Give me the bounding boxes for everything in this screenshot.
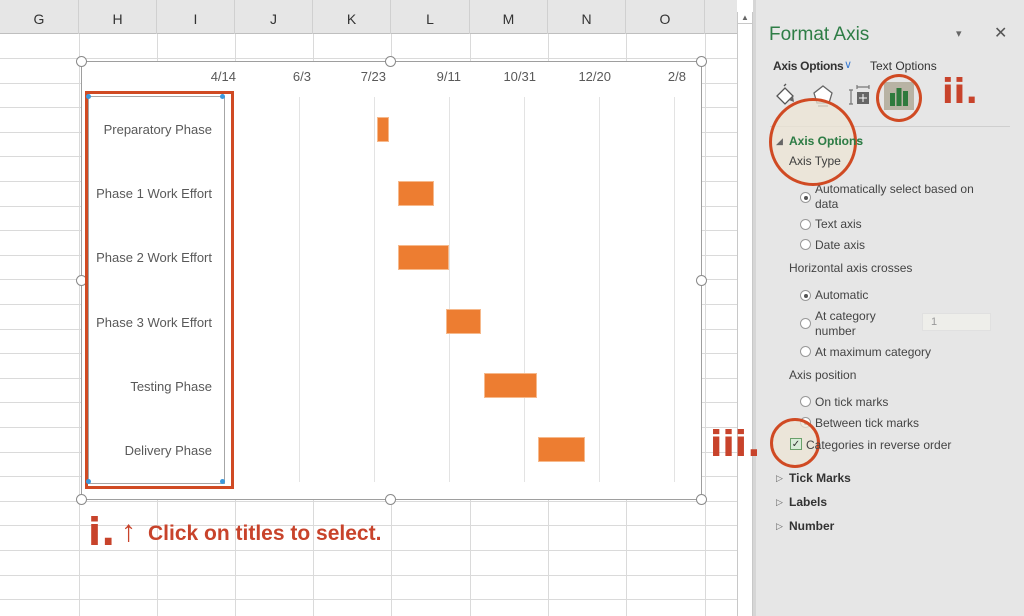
radio-auto-select-label-2[interactable]: data — [815, 197, 838, 212]
radio-crosses-automatic[interactable] — [800, 290, 811, 301]
category-label[interactable]: Phase 3 Work Effort — [96, 315, 212, 330]
vertical-axis-labels[interactable]: Preparatory Phase Phase 1 Work Effort Phas… — [86, 94, 225, 484]
category-label[interactable]: Testing Phase — [130, 379, 212, 394]
size-properties-icon[interactable] — [846, 82, 876, 110]
radio-at-maximum-category[interactable] — [800, 346, 811, 357]
step-i-instruction: Click on titles to select. — [148, 522, 382, 545]
gantt-bar[interactable] — [398, 245, 449, 270]
category-number-input[interactable]: 1 — [922, 313, 991, 331]
x-tick-label: 6/3 — [292, 69, 311, 84]
x-tick-label: 4/14 — [210, 69, 236, 84]
radio-on-tick-marks[interactable] — [800, 396, 811, 407]
x-gridline — [599, 97, 600, 482]
column-header-g[interactable]: G — [0, 0, 79, 34]
gantt-bar[interactable] — [538, 437, 585, 462]
radio-at-maximum-category-label[interactable]: At maximum category — [815, 345, 931, 360]
resize-handle-bottom-middle[interactable] — [385, 494, 396, 505]
radio-auto-select[interactable] — [800, 192, 811, 203]
step-ii-marker: ii. — [942, 72, 979, 112]
column-header-row: G H I J K L M N O — [0, 0, 737, 34]
excel-window: G H I J K L M N O 4/14 6/3 7/23 9/11 10/31 12… — [0, 0, 1024, 616]
resize-handle-bottom-left[interactable] — [76, 494, 87, 505]
x-tick-label: 10/31 — [503, 69, 536, 84]
selection-dot — [220, 94, 225, 99]
x-gridline — [449, 97, 450, 482]
x-gridline — [674, 97, 675, 482]
step-iii-marker: iii. — [710, 424, 761, 465]
section-axis-options-overlay: Axis Options — [789, 134, 864, 148]
radio-auto-select-label[interactable]: Automatically select based on — [815, 182, 974, 197]
column-header-l[interactable]: L — [391, 0, 470, 34]
reverse-order-label[interactable]: Categories in reverse order — [806, 438, 951, 453]
gantt-bar[interactable] — [446, 309, 481, 334]
row-gridline — [0, 58, 737, 59]
column-header-n[interactable]: N — [548, 0, 626, 34]
x-tick-label: 2/8 — [667, 69, 686, 84]
section-tick-marks[interactable]: Tick Marks — [789, 471, 851, 485]
x-gridline — [299, 97, 300, 482]
collapsed-caret-icon[interactable]: ▷ — [776, 521, 783, 532]
section-number[interactable]: Number — [789, 519, 834, 533]
axis-position-label: Axis position — [789, 368, 857, 382]
row-gridline — [0, 599, 737, 600]
x-tick-label: 12/20 — [578, 69, 611, 84]
category-label[interactable]: Phase 2 Work Effort — [96, 250, 212, 265]
radio-at-category-label-2[interactable]: number — [815, 324, 856, 339]
radio-text-axis-label[interactable]: Text axis — [815, 217, 862, 232]
format-axis-pane: Format Axis ▾ ✕ Axis Options ∨ Text Opti… — [756, 0, 1024, 616]
step-i-marker: i. — [88, 510, 116, 554]
gantt-bar[interactable] — [377, 117, 389, 142]
x-gridline — [524, 97, 525, 482]
gantt-bar[interactable] — [484, 373, 537, 398]
radio-between-tick-marks-label[interactable]: Between tick marks — [815, 416, 919, 431]
radio-at-category-label[interactable]: At category — [815, 309, 876, 324]
column-header-m[interactable]: M — [470, 0, 548, 34]
radio-text-axis[interactable] — [800, 219, 811, 230]
column-gridline — [705, 34, 706, 616]
radio-date-axis[interactable] — [800, 239, 811, 250]
resize-handle-bottom-right[interactable] — [696, 494, 707, 505]
pane-title: Format Axis — [769, 24, 870, 45]
category-label[interactable]: Phase 1 Work Effort — [96, 186, 212, 201]
tab-text-options[interactable]: Text Options — [870, 59, 937, 73]
expanded-caret-icon: ◢ — [776, 136, 783, 146]
column-header-j[interactable]: J — [235, 0, 313, 34]
collapsed-caret-icon[interactable]: ▷ — [776, 473, 783, 484]
chevron-down-icon[interactable]: ∨ — [844, 58, 852, 71]
x-gridline — [374, 97, 375, 482]
resize-handle-top-right[interactable] — [696, 56, 707, 67]
tab-axis-options[interactable]: Axis Options — [773, 59, 844, 73]
resize-handle-top-left[interactable] — [76, 56, 87, 67]
category-label[interactable]: Preparatory Phase — [104, 122, 212, 137]
radio-date-axis-label[interactable]: Date axis — [815, 238, 865, 253]
radio-at-category-number[interactable] — [800, 318, 811, 329]
reverse-order-checkbox[interactable]: ✓ — [790, 438, 802, 450]
column-header-i[interactable]: I — [157, 0, 235, 34]
vertical-scrollbar[interactable]: ▲ — [737, 12, 753, 616]
selection-dot — [220, 479, 225, 484]
x-tick-label: 9/11 — [436, 69, 461, 84]
resize-handle-top-middle[interactable] — [385, 56, 396, 67]
radio-crosses-automatic-label[interactable]: Automatic — [815, 288, 868, 303]
column-gridline — [79, 34, 80, 616]
scroll-up-arrow-icon[interactable]: ▲ — [738, 12, 752, 24]
column-header-k[interactable]: K — [313, 0, 391, 34]
radio-on-tick-marks-label[interactable]: On tick marks — [815, 395, 888, 410]
column-header-h[interactable]: H — [79, 0, 157, 34]
section-labels[interactable]: Labels — [789, 495, 827, 509]
row-gridline — [0, 575, 737, 576]
gantt-bar[interactable] — [398, 181, 434, 206]
x-tick-label: 7/23 — [360, 69, 386, 84]
category-label[interactable]: Delivery Phase — [125, 443, 212, 458]
up-arrow-icon: ↑ — [121, 515, 136, 548]
resize-handle-middle-right[interactable] — [696, 275, 707, 286]
pane-options-dropdown-icon[interactable]: ▾ — [956, 27, 962, 40]
highlight-circle-axis-options-icon — [876, 74, 922, 122]
column-header-o[interactable]: O — [626, 0, 705, 34]
horizontal-axis-crosses-label: Horizontal axis crosses — [789, 261, 913, 275]
close-icon[interactable]: ✕ — [994, 23, 1007, 43]
collapsed-caret-icon[interactable]: ▷ — [776, 497, 783, 508]
row-gridline — [0, 501, 737, 502]
axis-type-label-overlay: Axis Type — [789, 154, 841, 168]
